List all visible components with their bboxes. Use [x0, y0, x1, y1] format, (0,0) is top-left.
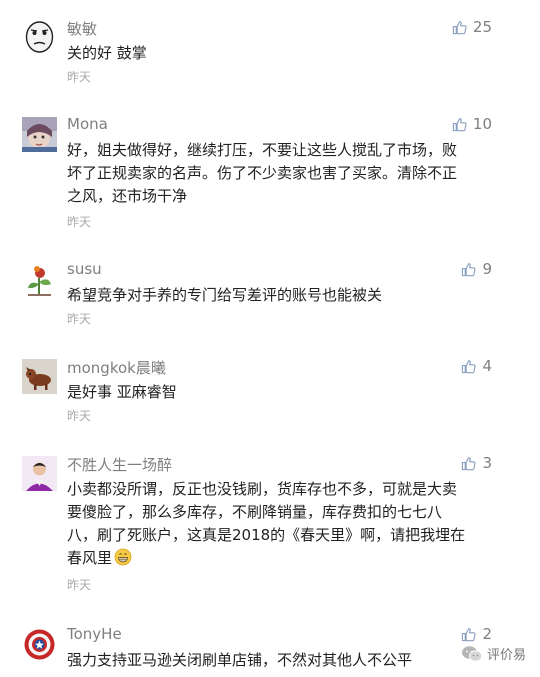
like-button[interactable]: 25: [452, 18, 492, 36]
like-count: 4: [482, 357, 492, 375]
dog-avatar[interactable]: [22, 359, 57, 394]
comment-author[interactable]: 不胜人生一场醉: [67, 454, 172, 475]
like-button[interactable]: 3: [461, 454, 492, 472]
like-count: 10: [472, 115, 492, 133]
comment-text: 好，姐夫做得好，继续打压，不要让这些人搅乱了市场，败 坏了正规卖家的名声。伤了不…: [67, 141, 458, 205]
comment-author[interactable]: mongkok晨曦: [67, 357, 166, 378]
comment-text: 关的好 鼓掌: [67, 44, 147, 62]
thumbs-up-icon: [462, 262, 477, 276]
comment-text: 希望竞争对手养的专门给写差评的账号也能被关: [67, 286, 383, 304]
thumbs-up-icon: [452, 20, 467, 34]
thumbs-up-icon: [462, 359, 477, 373]
like-button[interactable]: 10: [452, 115, 492, 133]
thumbs-up-icon: [462, 456, 477, 470]
like-count: 25: [472, 18, 492, 36]
comment-text: 是好事 亚麻睿智: [67, 383, 177, 401]
grinning-emoji: [114, 548, 132, 573]
comment-time: 昨天: [67, 312, 92, 326]
like-count: 3: [482, 454, 492, 472]
like-button[interactable]: 2: [461, 625, 492, 643]
like-button[interactable]: 9: [461, 260, 492, 278]
comment-time: 昨天: [67, 409, 92, 423]
thumbs-up-icon: [462, 627, 477, 641]
watermark: 评价易: [461, 644, 526, 663]
like-count: 2: [482, 625, 492, 643]
wechat-icon: [461, 645, 483, 662]
thumbs-up-icon: [452, 117, 467, 131]
comment-text: 强力支持亚马逊关闭刷单店铺，不然对其他人不公平: [67, 651, 413, 669]
like-button[interactable]: 4: [461, 357, 492, 375]
like-count: 9: [482, 260, 492, 278]
person-avatar[interactable]: [22, 456, 57, 491]
comment-text: 小卖都没所谓，反正也没钱刷，货库存也不多，可就是大卖 要傻脸了，那么多库存，不刷…: [67, 478, 497, 573]
comment-author[interactable]: Mona: [67, 115, 108, 133]
shield-avatar[interactable]: [22, 627, 57, 662]
comment-author[interactable]: 敏敏: [67, 18, 97, 39]
comment-time: 昨天: [67, 578, 92, 592]
plant-avatar[interactable]: [22, 262, 57, 297]
watermark-text: 评价易: [486, 648, 526, 663]
comment-author[interactable]: TonyHe: [67, 625, 122, 643]
comment-author[interactable]: susu: [67, 260, 102, 278]
comment-time: 昨天: [67, 215, 92, 229]
comment-time: 昨天: [67, 70, 92, 84]
photo-avatar[interactable]: [22, 117, 57, 152]
rage-face-avatar[interactable]: [22, 20, 57, 55]
